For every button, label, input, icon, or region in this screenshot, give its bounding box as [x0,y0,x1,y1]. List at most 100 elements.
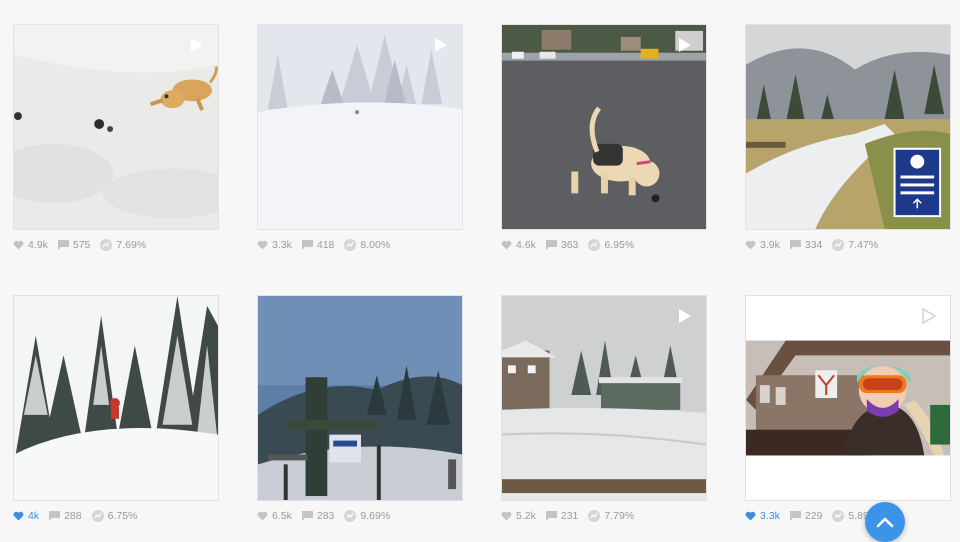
photo-snowy-mountain-path-with-sign [746,25,950,229]
likes-count: 3.9k [760,239,780,251]
likes-count: 3.3k [760,510,780,522]
heart-icon [257,511,268,521]
comments-stat: 334 [789,239,823,251]
likes-count: 4.6k [516,239,536,251]
photo-puppy-in-parking-lot [502,25,706,229]
engagement-rate: 7.69% [116,239,147,251]
post-stats: 3.9k 334 7.47% [745,238,951,252]
likes-count: 5.2k [516,510,536,522]
comments-stat: 283 [301,510,335,522]
post-stats: 6.5k 283 9.69% [257,509,463,523]
post-card[interactable]: 4.6k 363 6.95% [501,24,707,251]
comments-count: 283 [316,510,335,522]
post-stats: 3.3k 418 8.00% [257,238,463,252]
post-card[interactable]: 5.2k 231 7.79% [501,295,707,522]
post-stats: 4.9k 575 7.69% [13,238,219,252]
likes-stat: 3.3k [745,510,780,522]
engagement-stat: 8.00% [344,239,390,251]
post-thumbnail[interactable] [257,295,463,501]
comment-icon [57,240,69,250]
heart-icon [501,240,512,250]
post-card[interactable]: 4.9k 575 7.69% [13,24,219,251]
engagement-icon [344,510,357,522]
engagement-rate: 6.95% [604,239,635,251]
engagement-icon [91,510,104,522]
play-icon [679,309,691,323]
post-stats: 5.2k 231 7.79% [501,509,707,523]
comments-count: 575 [72,239,91,251]
comments-count: 231 [560,510,579,522]
comments-count: 334 [804,239,823,251]
likes-count: 6.5k [272,510,292,522]
likes-stat: 4.6k [501,239,536,251]
engagement-rate: 7.47% [848,239,879,251]
engagement-rate: 8.00% [360,239,391,251]
heart-icon [257,240,268,250]
comment-icon [301,240,313,250]
post-thumbnail[interactable] [257,24,463,230]
engagement-icon [588,239,601,251]
comments-count: 288 [64,510,82,522]
likes-count: 4.9k [28,239,48,251]
engagement-icon [588,510,601,522]
post-stats: 3.3k 229 5.89% [745,509,951,523]
post-thumbnail[interactable] [501,24,707,230]
photo-skier-in-snowy-trees [14,296,218,500]
comments-stat: 418 [301,239,334,251]
post-card[interactable]: 3.3k 229 5.89% [745,295,951,522]
comment-icon [301,511,313,521]
heart-icon [501,511,512,521]
comments-stat: 229 [789,510,822,522]
comment-icon [49,511,61,521]
play-icon [435,38,447,52]
post-thumbnail[interactable] [13,295,219,501]
post-thumbnail[interactable] [501,295,707,501]
comments-stat: 575 [57,239,91,251]
post-card[interactable]: 3.9k 334 7.47% [745,24,951,251]
engagement-stat: 7.69% [100,239,146,251]
comment-icon [789,240,801,250]
photo-puppy-in-snow [14,25,218,229]
comment-icon [545,240,557,250]
likes-count: 3.3k [272,239,292,251]
engagement-stat: 7.79% [588,510,634,522]
post-stats: 4.6k 363 6.95% [501,238,707,252]
comments-stat: 231 [545,510,579,522]
engagement-icon [832,510,845,522]
heart-icon[interactable] [745,511,756,521]
engagement-icon [832,239,845,251]
engagement-stat: 9.69% [344,510,390,522]
likes-stat: 4k [13,510,39,522]
play-icon [922,308,936,324]
comment-icon [545,511,557,521]
heart-icon [745,240,756,250]
engagement-stat: 6.95% [588,239,634,251]
engagement-stat: 6.75% [91,510,137,522]
engagement-rate: 7.79% [604,510,635,522]
post-card[interactable]: 4k 288 6.75% [13,295,219,522]
heart-icon [13,240,24,250]
post-thumbnail[interactable] [745,24,951,230]
likes-stat: 6.5k [257,510,292,522]
scroll-to-top-button[interactable] [865,502,905,542]
heart-icon[interactable] [13,511,24,521]
comments-stat: 288 [49,510,82,522]
post-thumbnail[interactable] [745,295,951,501]
comment-icon [789,511,801,521]
photo-lodge-in-snow [502,296,706,500]
photo-chairlift-in-snow [258,296,462,500]
likes-stat: 5.2k [501,510,536,522]
engagement-icon [100,239,113,251]
comments-count: 363 [560,239,579,251]
post-card[interactable]: 6.5k 283 9.69% [257,295,463,522]
likes-stat: 3.3k [257,239,292,251]
photo-snowy-pine-trees [258,25,462,229]
comments-stat: 363 [545,239,579,251]
likes-count: 4k [28,510,40,522]
post-thumbnail[interactable] [13,24,219,230]
post-stats: 4k 288 6.75% [13,509,219,523]
chevron-up-icon [876,517,894,528]
engagement-icon [344,239,357,251]
play-icon [679,38,691,52]
post-card[interactable]: 3.3k 418 8.00% [257,24,463,251]
